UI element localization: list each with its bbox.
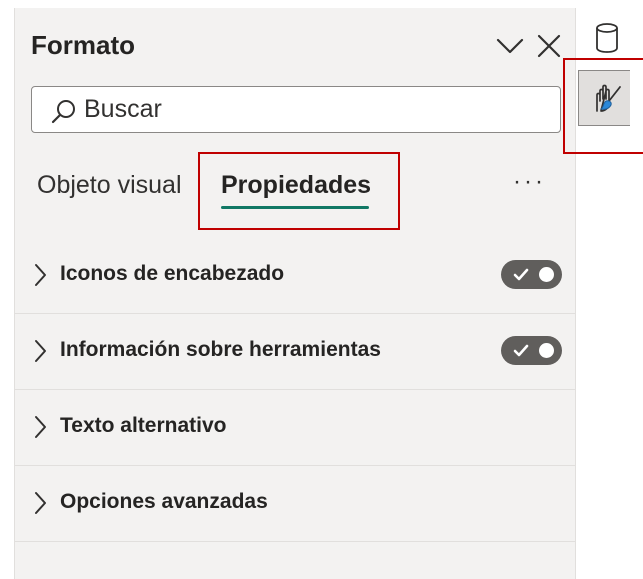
- tab-objeto-visual[interactable]: Objeto visual: [37, 171, 182, 200]
- header-icons-toggle[interactable]: [501, 260, 562, 289]
- section-label: Texto alternativo: [60, 414, 227, 437]
- chevron-right-icon: [35, 416, 46, 438]
- search-input[interactable]: [84, 93, 544, 126]
- search-icon: [51, 100, 75, 124]
- pane-title: Formato: [31, 30, 135, 60]
- check-icon: [513, 344, 529, 357]
- toggle-knob: [539, 267, 554, 282]
- section-opciones-avanzadas[interactable]: Opciones avanzadas: [15, 466, 575, 542]
- tab-propiedades[interactable]: Propiedades: [221, 171, 371, 200]
- format-pane: Formato Objeto visual Propiedades ··· Ic…: [14, 8, 576, 579]
- active-tab-indicator: [221, 206, 369, 209]
- section-iconos-de-encabezado[interactable]: Iconos de encabezado: [15, 238, 575, 314]
- format-brush-icon: [596, 84, 621, 112]
- check-icon: [513, 268, 529, 281]
- chevron-right-icon: [35, 340, 46, 362]
- section-label: Iconos de encabezado: [60, 262, 285, 285]
- stage: Formato Objeto visual Propiedades ··· Ic…: [0, 0, 643, 579]
- chevron-right-icon: [35, 492, 46, 514]
- section-texto-alternativo[interactable]: Texto alternativo: [15, 390, 575, 466]
- more-options-button[interactable]: ···: [513, 168, 546, 196]
- chevron-right-icon: [35, 264, 46, 286]
- section-label: Información sobre herramientas: [60, 338, 381, 361]
- section-informacion-sobre-herramientas[interactable]: Información sobre herramientas: [15, 314, 575, 390]
- tooltips-toggle[interactable]: [501, 336, 562, 365]
- chevron-down-icon[interactable]: [496, 32, 524, 60]
- database-icon[interactable]: [594, 22, 620, 54]
- toggle-knob: [539, 343, 554, 358]
- section-label: Opciones avanzadas: [60, 490, 268, 513]
- close-icon[interactable]: [535, 32, 563, 60]
- search-box: [31, 86, 561, 133]
- format-pane-button[interactable]: [578, 70, 630, 126]
